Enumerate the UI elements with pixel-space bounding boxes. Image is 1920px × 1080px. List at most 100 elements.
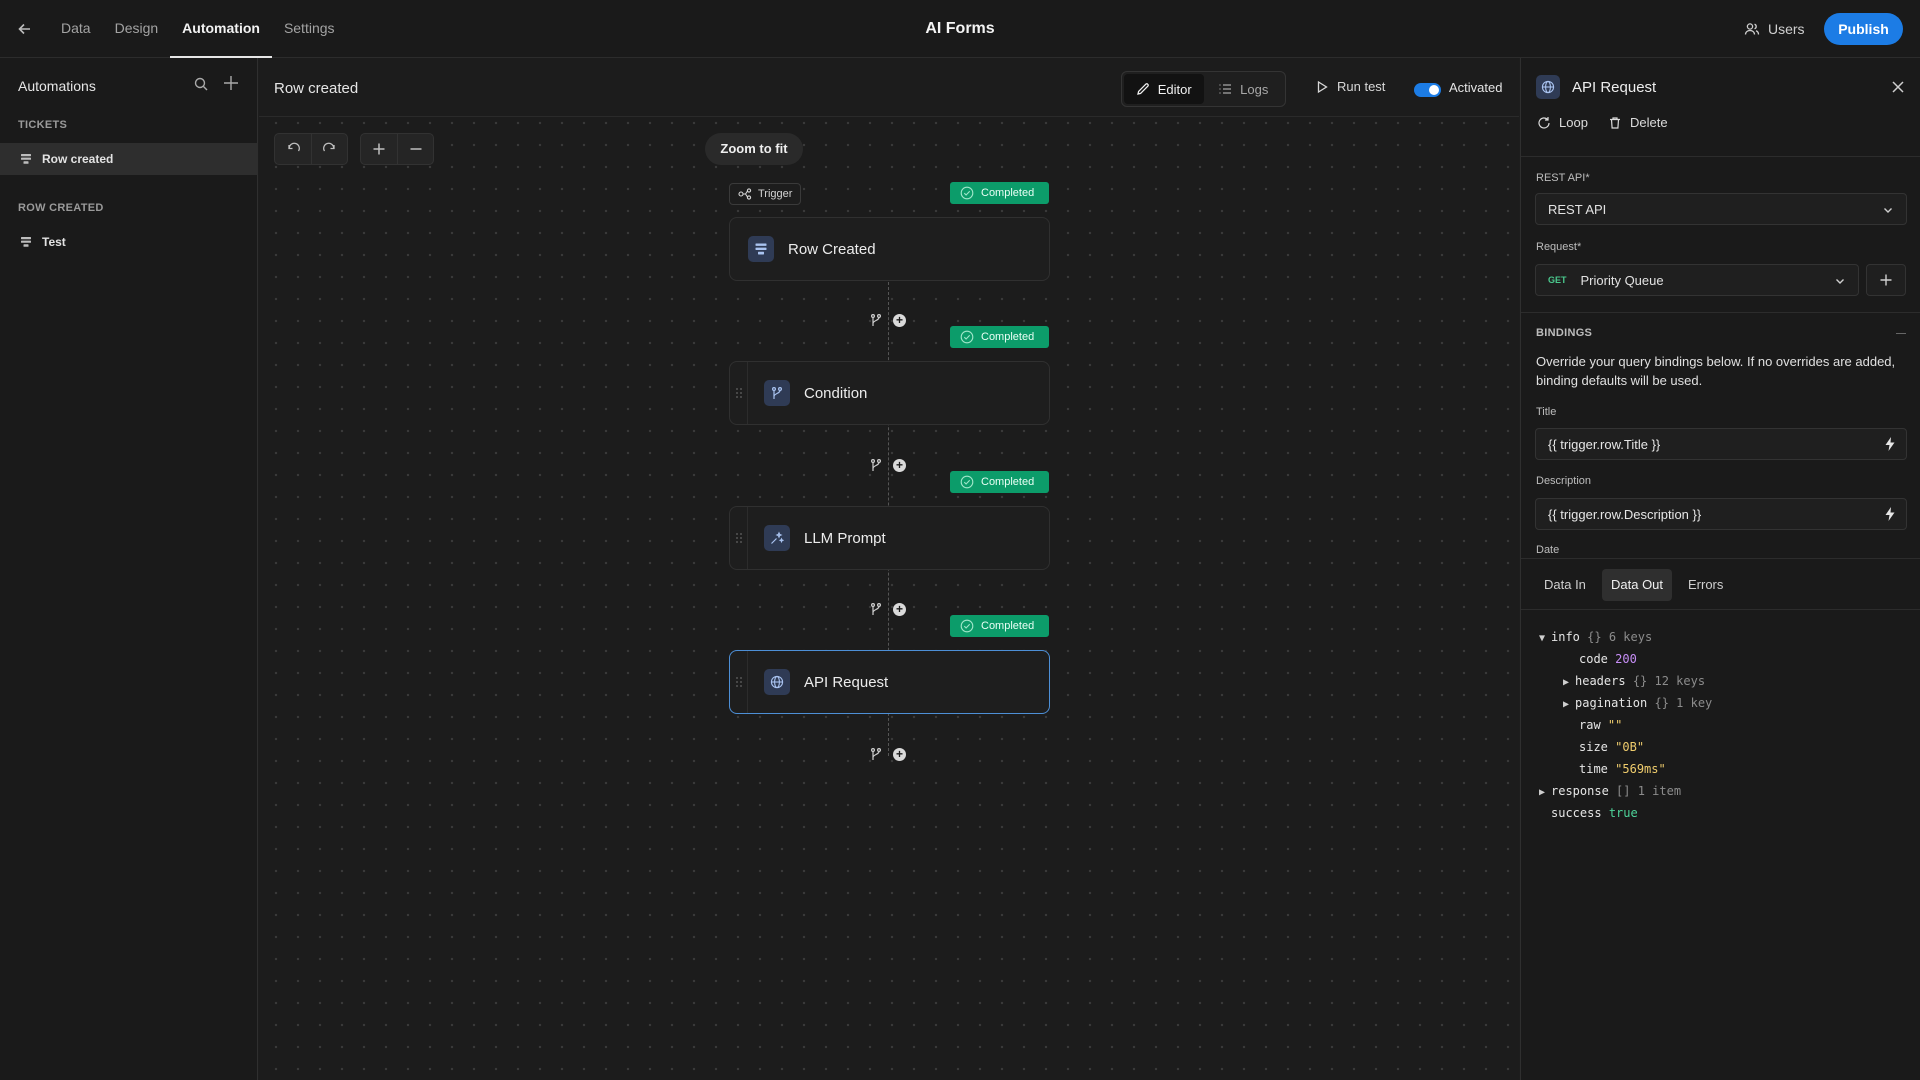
users-label: Users xyxy=(1768,21,1805,37)
table-row-icon xyxy=(20,236,32,248)
collapsed-triangle-icon: ▶ xyxy=(1563,699,1570,710)
sidebar-item-test[interactable]: Test xyxy=(0,226,258,258)
title-binding-input[interactable]: {{ trigger.row.Title }} xyxy=(1535,428,1907,460)
step-connector: + xyxy=(869,458,906,472)
loop-button[interactable]: Loop xyxy=(1537,115,1588,130)
check-circle-icon xyxy=(960,186,974,200)
top-nav: Data Design Automation Settings xyxy=(49,0,347,58)
step-api-request[interactable]: API Request xyxy=(729,650,1050,714)
loop-icon xyxy=(1537,116,1551,130)
close-icon[interactable] xyxy=(1891,80,1905,94)
panel-title: API Request xyxy=(1572,79,1657,96)
tab-data-out[interactable]: Data Out xyxy=(1602,569,1673,601)
run-test-label: Run test xyxy=(1337,79,1386,94)
trigger-label: Trigger xyxy=(758,188,793,200)
pencil-icon xyxy=(1136,82,1150,96)
automation-title: Row created xyxy=(274,80,359,97)
collapsed-triangle-icon: ▶ xyxy=(1539,787,1546,798)
add-automation-icon[interactable] xyxy=(222,74,240,92)
lightning-icon[interactable] xyxy=(1884,507,1896,521)
step-condition[interactable]: Condition xyxy=(729,361,1050,425)
request-select[interactable]: GET Priority Queue xyxy=(1535,264,1859,296)
json-row-info[interactable]: ▼ info {} 6 keys xyxy=(1539,626,1652,648)
status-badge: Completed xyxy=(950,471,1049,493)
list-icon xyxy=(1218,82,1232,96)
users-button[interactable]: Users xyxy=(1744,17,1805,41)
chevron-down-icon xyxy=(1882,204,1894,216)
json-row-size: size "0B" xyxy=(1579,740,1645,754)
sidebar-item-label: Row created xyxy=(42,152,114,166)
binding-value: {{ trigger.row.Title }} xyxy=(1548,436,1661,452)
back-arrow-icon[interactable] xyxy=(16,20,34,38)
canvas-header: Row created Editor Logs Run test Activat xyxy=(259,58,1519,117)
branch-icon[interactable] xyxy=(869,602,883,616)
zoom-out-icon[interactable] xyxy=(397,134,433,164)
delete-label: Delete xyxy=(1630,115,1668,130)
data-tabs: Data In Data Out Errors xyxy=(1521,558,1920,610)
table-row-icon xyxy=(20,153,32,165)
sparkle-line-icon xyxy=(764,525,790,551)
branch-icon[interactable] xyxy=(869,747,883,761)
json-row-raw: raw "" xyxy=(1579,718,1623,732)
add-step-icon[interactable]: + xyxy=(893,602,906,616)
collapsed-triangle-icon: ▶ xyxy=(1563,677,1570,688)
drag-handle-icon[interactable] xyxy=(730,362,748,424)
search-icon[interactable] xyxy=(193,76,209,92)
play-icon xyxy=(1315,80,1329,94)
chevron-down-icon xyxy=(1834,275,1846,287)
drag-handle-icon[interactable] xyxy=(730,507,748,569)
method-badge: GET xyxy=(1548,275,1567,285)
tab-errors[interactable]: Errors xyxy=(1679,569,1732,601)
tab-data[interactable]: Data xyxy=(49,0,103,58)
publish-button[interactable]: Publish xyxy=(1824,13,1903,45)
binding-value: {{ trigger.row.Description }} xyxy=(1548,506,1702,522)
step-connector: + xyxy=(869,602,906,616)
tab-settings[interactable]: Settings xyxy=(272,0,347,58)
check-circle-icon xyxy=(960,330,974,344)
branch-icon[interactable] xyxy=(869,458,883,472)
zoom-controls xyxy=(360,133,434,165)
field-label: Title xyxy=(1536,406,1557,418)
tab-automation[interactable]: Automation xyxy=(170,0,272,58)
delete-button[interactable]: Delete xyxy=(1608,115,1668,130)
drag-handle-icon[interactable] xyxy=(730,651,748,713)
step-llm-prompt[interactable]: LLM Prompt xyxy=(729,506,1050,570)
activated-label: Activated xyxy=(1449,80,1503,95)
run-test-button[interactable]: Run test xyxy=(1315,79,1385,94)
description-binding-input[interactable]: {{ trigger.row.Description }} xyxy=(1535,498,1907,530)
undo-icon[interactable] xyxy=(275,134,311,164)
json-row-response[interactable]: ▶ response [] 1 item xyxy=(1539,780,1681,802)
collapse-icon[interactable] xyxy=(1896,333,1906,334)
branch-icon[interactable] xyxy=(869,313,883,327)
rest-api-select[interactable]: REST API xyxy=(1535,193,1907,225)
trigger-icon xyxy=(738,188,752,200)
field-label: Description xyxy=(1536,475,1592,487)
add-step-icon[interactable]: + xyxy=(893,458,906,472)
status-label: Completed xyxy=(981,187,1035,199)
add-step-icon[interactable]: + xyxy=(893,747,906,761)
rest-api-label: REST API* xyxy=(1536,172,1590,184)
automations-sidebar: Automations TICKETS Row created ROW CREA… xyxy=(0,58,258,1080)
lightning-icon[interactable] xyxy=(1884,437,1896,451)
logs-label: Logs xyxy=(1240,81,1269,97)
globe-icon xyxy=(764,669,790,695)
tab-design[interactable]: Design xyxy=(103,0,171,58)
step-label: Condition xyxy=(804,384,868,402)
activated-toggle[interactable] xyxy=(1414,83,1441,97)
step-label: API Request xyxy=(804,673,889,691)
sidebar-item-row-created[interactable]: Row created xyxy=(0,143,258,175)
branch-icon xyxy=(764,380,790,406)
editor-button[interactable]: Editor xyxy=(1124,74,1204,104)
step-row-created[interactable]: Row Created xyxy=(729,217,1050,281)
logs-button[interactable]: Logs xyxy=(1204,74,1284,104)
check-circle-icon xyxy=(960,619,974,633)
json-row-pagination[interactable]: ▶ pagination {} 1 key xyxy=(1563,692,1712,714)
redo-icon[interactable] xyxy=(311,134,347,164)
json-row-headers[interactable]: ▶ headers {} 12 keys xyxy=(1563,670,1705,692)
zoom-to-fit-button[interactable]: Zoom to fit xyxy=(705,133,803,165)
add-step-icon[interactable]: + xyxy=(893,313,906,327)
add-request-button[interactable] xyxy=(1866,264,1906,296)
zoom-in-icon[interactable] xyxy=(361,134,397,164)
step-settings-panel: API Request Loop Delete REST API* REST A… xyxy=(1520,58,1920,1080)
tab-data-in[interactable]: Data In xyxy=(1535,569,1595,601)
